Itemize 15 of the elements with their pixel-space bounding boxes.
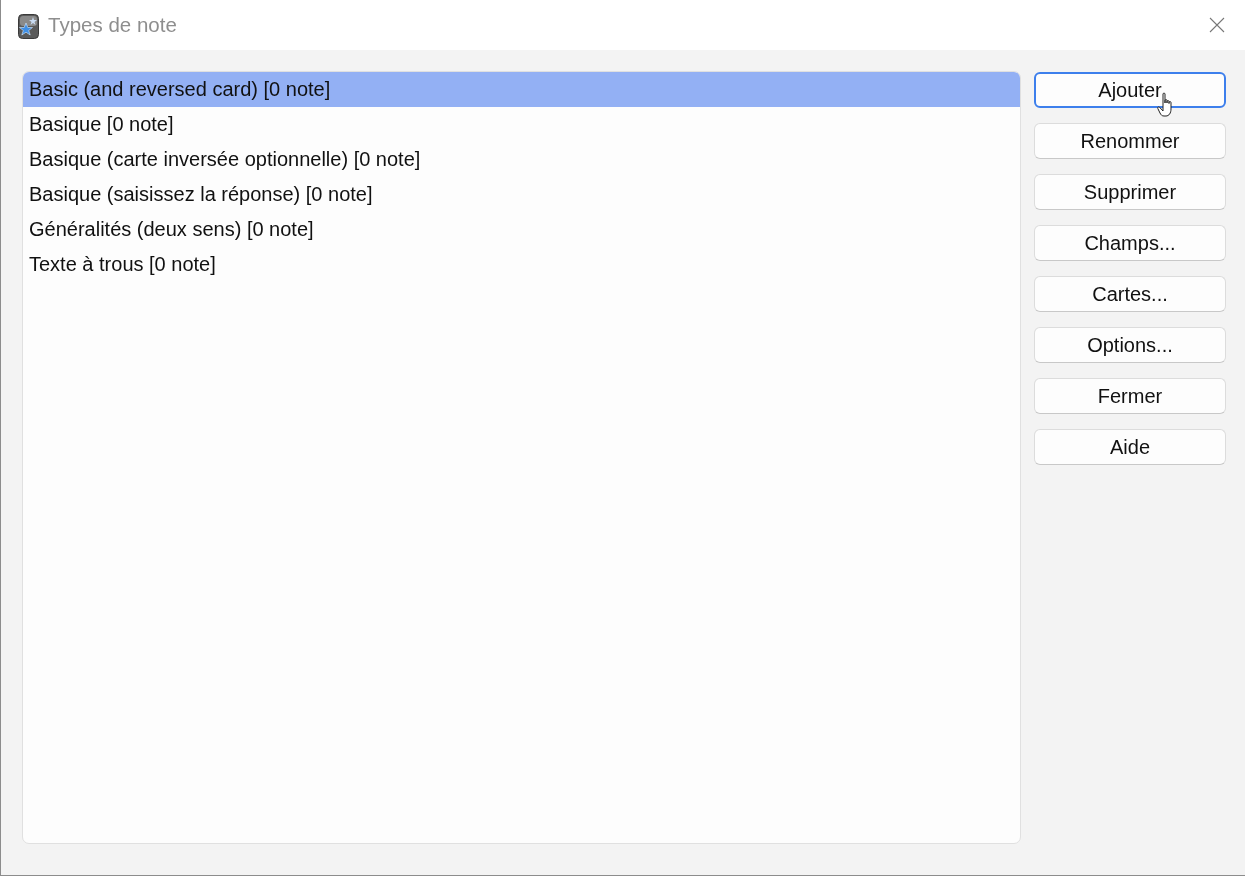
note-type-item[interactable]: Basique [0 note] — [23, 107, 1020, 142]
note-type-item[interactable]: Basique (saisissez la réponse) [0 note] — [23, 177, 1020, 212]
dialog-button[interactable]: Renommer — [1034, 123, 1226, 159]
dialog-button[interactable]: Champs... — [1034, 225, 1226, 261]
note-type-item[interactable]: Basique (carte inversée optionnelle) [0 note] — [23, 142, 1020, 177]
dialog-button[interactable]: Cartes... — [1034, 276, 1226, 312]
note-type-item[interactable]: Texte à trous [0 note] — [23, 247, 1020, 282]
dialog-button[interactable]: Supprimer — [1034, 174, 1226, 210]
dialog-button[interactable]: Options... — [1034, 327, 1226, 363]
note-type-item[interactable]: Basic (and reversed card) [0 note] — [23, 72, 1020, 107]
dialog-button[interactable]: Aide — [1034, 429, 1226, 465]
close-icon — [1209, 17, 1225, 33]
note-type-item[interactable]: Généralités (deux sens) [0 note] — [23, 212, 1020, 247]
dialog-button[interactable]: Fermer — [1034, 378, 1226, 414]
window-title: Types de note — [48, 13, 177, 37]
